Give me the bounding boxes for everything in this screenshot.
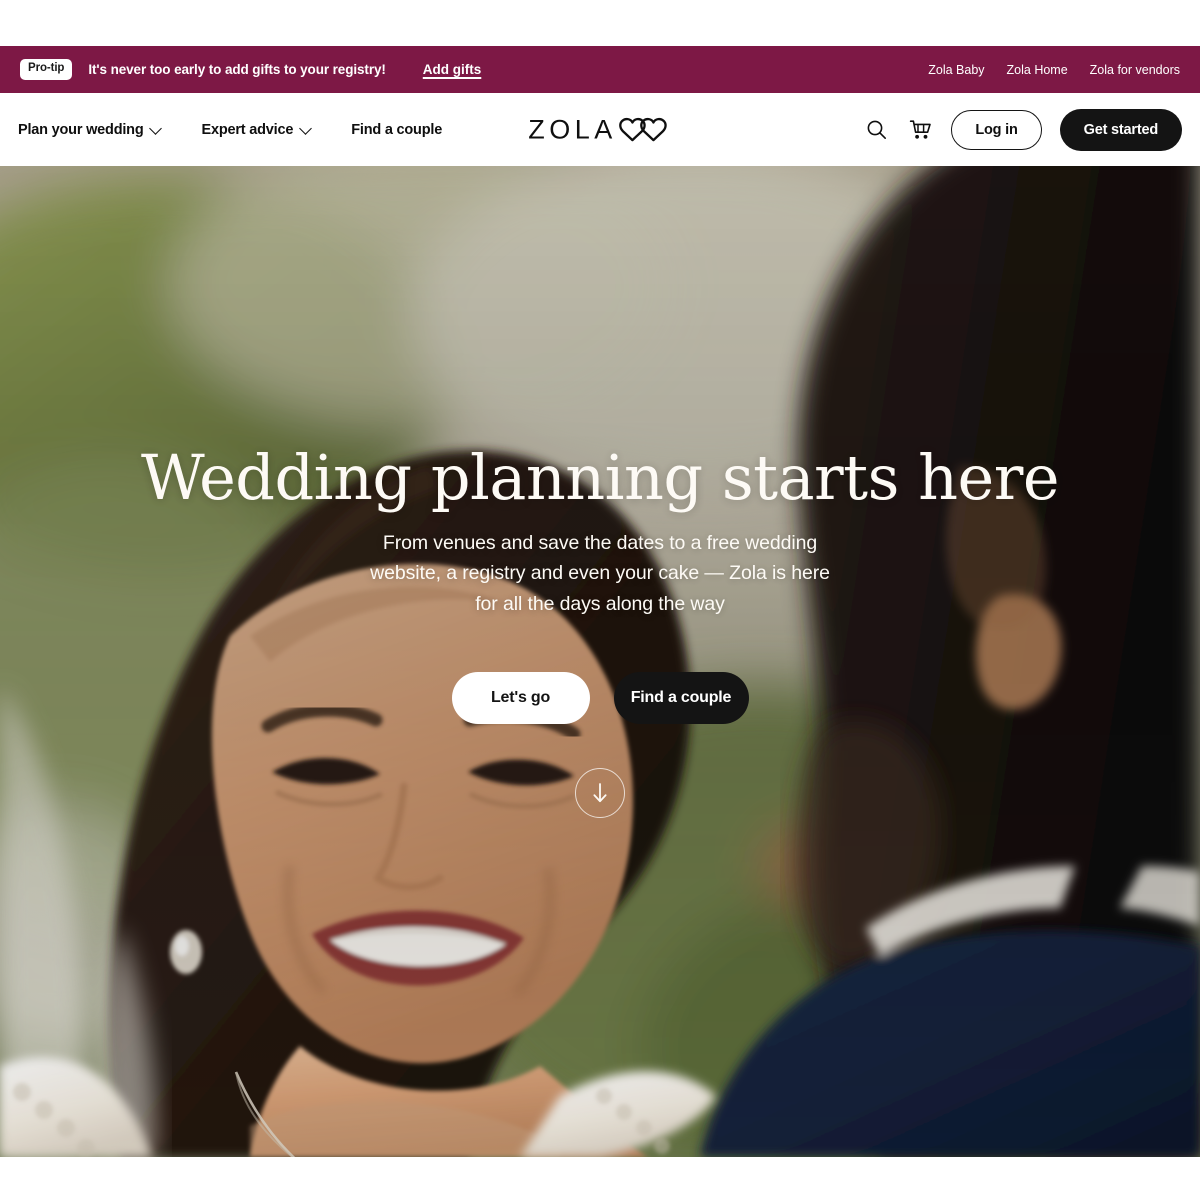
pro-tip-badge: Pro-tip — [20, 59, 73, 80]
promo-banner-links: Zola Baby Zola Home Zola for vendors — [928, 63, 1180, 77]
hero-headline: Wedding planning starts here — [140, 441, 1060, 514]
cart-icon[interactable] — [907, 117, 933, 143]
find-a-couple-button[interactable]: Find a couple — [613, 671, 749, 724]
nav-label-expert-advice: Expert advice — [201, 121, 294, 138]
hero-content: Wedding planning starts here From venues… — [0, 441, 1200, 818]
page-root: Pro-tip It's never too early to add gift… — [0, 0, 1200, 1200]
add-gifts-link[interactable]: Add gifts — [423, 62, 482, 77]
hero-subheadline: From venues and save the dates to a free… — [370, 532, 830, 615]
zola-logo[interactable]: ZOLA — [528, 116, 672, 143]
lets-go-button[interactable]: Let's go — [451, 671, 590, 724]
bottom-gutter — [0, 1157, 1200, 1200]
chevron-down-icon — [300, 123, 311, 134]
promo-banner-left: Pro-tip It's never too early to add gift… — [20, 59, 481, 80]
promo-message: It's never too early to add gifts to you… — [88, 62, 386, 77]
login-button[interactable]: Log in — [951, 109, 1042, 150]
nav-label-find-a-couple: Find a couple — [351, 121, 443, 138]
search-icon[interactable] — [863, 117, 889, 143]
navbar-actions: Log in Get started — [863, 108, 1182, 151]
promo-link-zola-baby[interactable]: Zola Baby — [928, 63, 984, 77]
nav-item-plan-your-wedding[interactable]: Plan your wedding — [18, 122, 162, 138]
arrow-down-icon — [593, 782, 607, 802]
top-gutter — [0, 0, 1200, 46]
promo-banner: Pro-tip It's never too early to add gift… — [0, 46, 1200, 93]
double-heart-icon — [618, 117, 667, 142]
scroll-down-button[interactable] — [575, 767, 625, 818]
main-navbar: Plan your wedding Expert advice Find a c… — [0, 93, 1200, 166]
nav-item-find-a-couple[interactable]: Find a couple — [351, 122, 442, 138]
chevron-down-icon — [151, 123, 162, 134]
nav-item-expert-advice[interactable]: Expert advice — [202, 122, 312, 138]
hero-section: Wedding planning starts here From venues… — [0, 166, 1200, 1157]
get-started-button[interactable]: Get started — [1059, 108, 1182, 151]
nav-label-plan-your-wedding: Plan your wedding — [18, 121, 144, 138]
zola-wordmark: ZOLA — [528, 114, 617, 144]
promo-link-zola-home[interactable]: Zola Home — [1007, 63, 1068, 77]
navbar-primary-links: Plan your wedding Expert advice Find a c… — [18, 122, 442, 138]
promo-link-zola-for-vendors[interactable]: Zola for vendors — [1090, 63, 1180, 77]
hero-cta-group: Let's go Find a couple — [451, 671, 749, 724]
